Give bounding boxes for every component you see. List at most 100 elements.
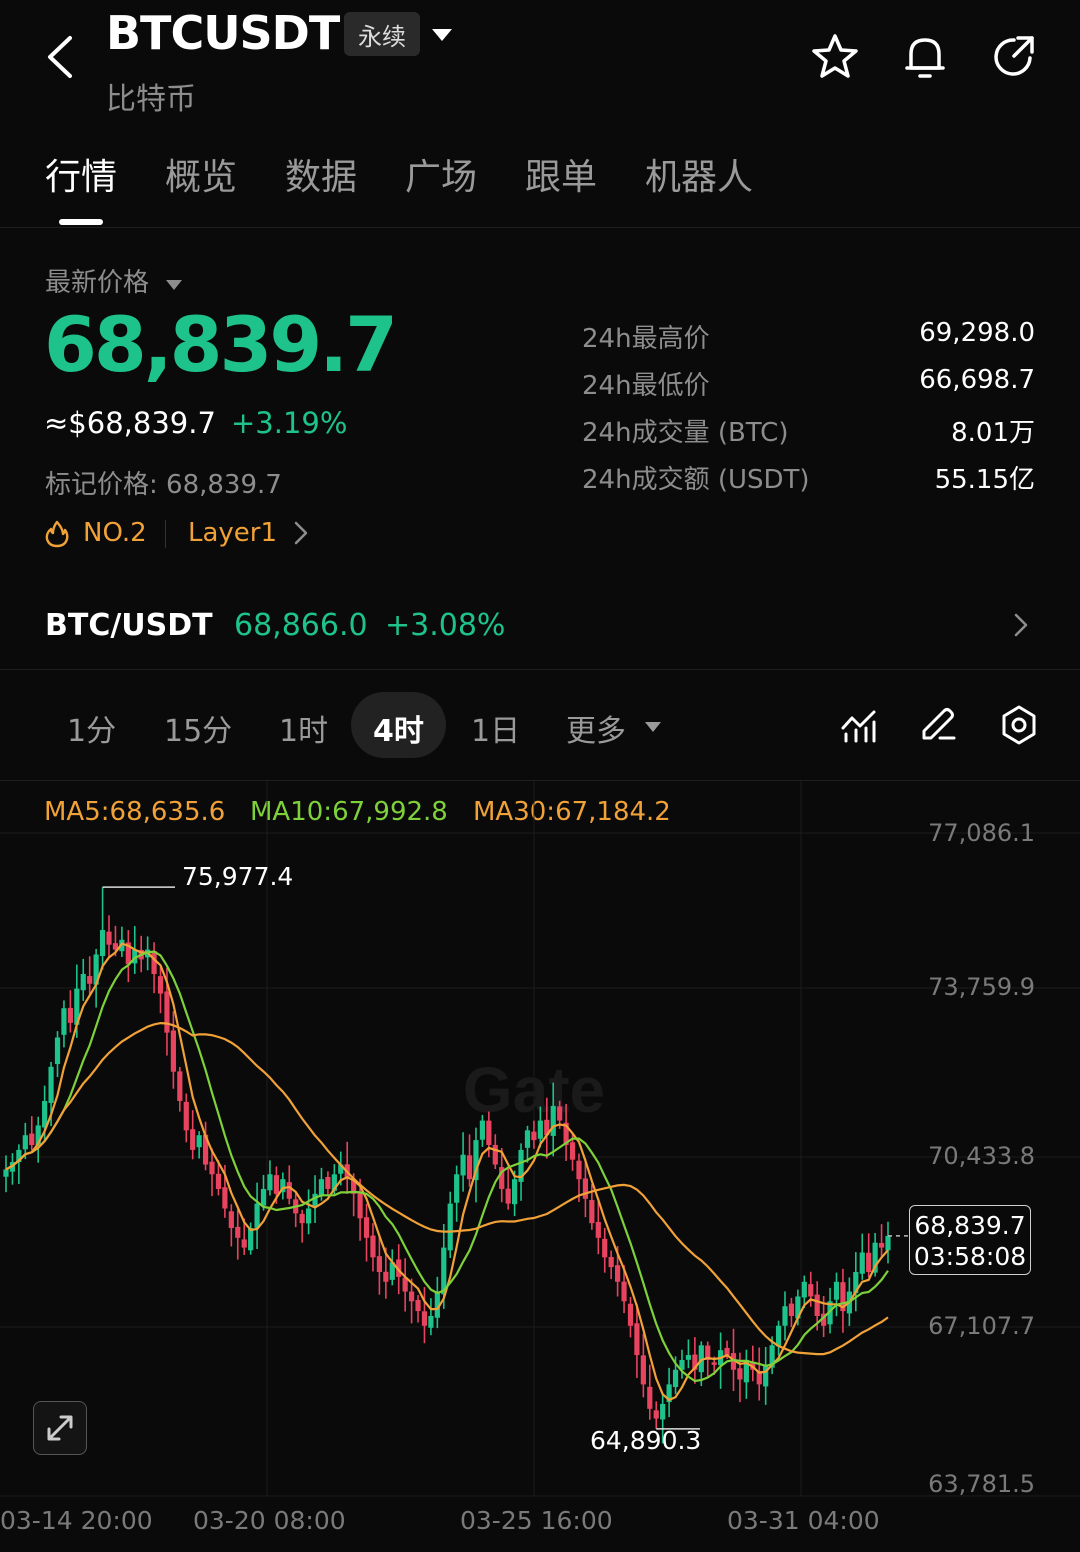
candle-body: [460, 1154, 466, 1176]
candle-body: [318, 1179, 325, 1196]
candle-body: [531, 1131, 537, 1141]
interval-4h[interactable]: 4时: [373, 706, 424, 750]
ma5-line: [5, 942, 889, 1402]
candle-body: [885, 1235, 891, 1251]
candle-body: [569, 1142, 576, 1160]
candle-body: [267, 1174, 273, 1191]
fullscreen-button[interactable]: [33, 1401, 87, 1455]
candle-body: [305, 1208, 312, 1224]
spot-price: 68,866.0: [234, 608, 368, 643]
interval-1h[interactable]: 1时: [279, 706, 328, 750]
tab-overview[interactable]: 概览: [165, 148, 237, 200]
candle-body: [22, 1135, 28, 1150]
candle-body: [164, 991, 170, 1033]
candle-body: [492, 1144, 498, 1165]
candle-body: [859, 1252, 865, 1274]
candle-body: [775, 1325, 782, 1347]
candle-body: [878, 1242, 885, 1248]
active-tab-indicator: [59, 219, 103, 225]
candle-body: [640, 1355, 646, 1385]
spot-chevron-right-icon: [1012, 612, 1030, 642]
candle-body: [454, 1174, 460, 1203]
pair-dropdown-icon[interactable]: [430, 27, 454, 47]
candle-body: [627, 1303, 634, 1326]
candle-body: [647, 1386, 653, 1409]
y-tick-label: 70,433.8: [928, 1142, 1035, 1170]
candle-body: [511, 1179, 518, 1205]
chevron-left-icon: [48, 36, 72, 78]
candle-body: [3, 1169, 9, 1177]
price-label[interactable]: 最新价格: [45, 262, 183, 299]
tab-market[interactable]: 行情: [45, 148, 117, 200]
candle-body: [67, 1007, 73, 1023]
interval-15m[interactable]: 15分: [164, 706, 232, 750]
candle-body: [357, 1192, 363, 1219]
candle-body: [254, 1203, 260, 1228]
candlestick-chart[interactable]: Gate: [0, 781, 1080, 1551]
interval-more[interactable]: 更多: [566, 706, 626, 750]
candle-body: [608, 1256, 614, 1268]
contract-type-badge[interactable]: 永续: [344, 12, 420, 56]
candle-body: [177, 1071, 183, 1102]
candle-body: [408, 1291, 415, 1302]
candle-body: [421, 1311, 428, 1326]
candle-body: [615, 1265, 621, 1282]
high-marker-label: 75,977.4: [182, 862, 294, 891]
tab-square[interactable]: 广场: [405, 148, 477, 200]
interval-1d[interactable]: 1日: [471, 706, 520, 750]
mark-price: 标记价格: 68,839.7: [45, 470, 282, 500]
candle-body: [87, 976, 93, 984]
candle-body: [537, 1120, 543, 1139]
caret-down-icon: [166, 280, 183, 290]
chevron-right-icon[interactable]: [292, 520, 310, 550]
candle-body: [833, 1281, 840, 1300]
candle-body: [866, 1252, 872, 1273]
pair-title: BTCUSDT: [106, 6, 340, 60]
y-tick-label: 63,781.5: [928, 1470, 1035, 1498]
candle-body: [99, 930, 106, 956]
spot-divider: [0, 669, 1080, 670]
candle-body: [54, 1037, 61, 1065]
candle-body: [685, 1355, 692, 1360]
spot-change: +3.08%: [385, 608, 506, 643]
candle-body: [42, 1101, 48, 1128]
tab-data[interactable]: 数据: [285, 148, 357, 200]
tab-copy-trading[interactable]: 跟单: [525, 148, 597, 200]
y-tick-label: 73,759.9: [928, 973, 1035, 1001]
stat-label-low: 24h最低价: [582, 371, 710, 401]
candle-body: [557, 1106, 563, 1121]
stat-label-turnover: 24h成交额 (USDT): [582, 465, 810, 495]
current-price-value: 68,839.7: [914, 1211, 1026, 1240]
rank-badge: NO.2: [83, 518, 147, 548]
candle-body: [376, 1256, 383, 1273]
back-button[interactable]: [40, 30, 84, 84]
candle-body: [763, 1364, 769, 1387]
share-icon[interactable]: [988, 32, 1038, 86]
rank-separator: [165, 520, 166, 548]
candle-body: [190, 1129, 196, 1150]
candle-body: [660, 1403, 666, 1420]
stat-value-high: 69,298.0: [919, 318, 1035, 348]
candle-body: [241, 1239, 247, 1248]
candle-body: [299, 1213, 305, 1224]
tabs-divider: [0, 227, 1080, 228]
pencil-icon[interactable]: [918, 704, 958, 748]
stat-value-low: 66,698.7: [919, 365, 1035, 395]
indicator-icon[interactable]: [840, 706, 878, 748]
candle-body: [106, 931, 112, 945]
current-price-box: 68,839.7 03:58:08: [909, 1205, 1031, 1275]
stat-label-volume: 24h成交量 (BTC): [582, 418, 789, 448]
usd-price: ≈$68,839.7: [44, 406, 216, 440]
change-percent: +3.19%: [231, 406, 348, 440]
favorite-star-icon[interactable]: [810, 32, 860, 86]
x-tick-label: 03-20 08:00: [193, 1506, 346, 1535]
price-label-text: 最新价格: [45, 268, 150, 298]
interval-1m[interactable]: 1分: [67, 706, 116, 750]
candle-body: [711, 1362, 717, 1365]
x-tick-label: 03-31 04:00: [727, 1506, 880, 1535]
tab-bots[interactable]: 机器人: [645, 148, 753, 200]
settings-icon[interactable]: [998, 704, 1040, 750]
x-tick-label: 03-25 16:00: [460, 1506, 613, 1535]
category-link[interactable]: Layer1: [188, 518, 277, 548]
bell-icon[interactable]: [900, 32, 950, 86]
